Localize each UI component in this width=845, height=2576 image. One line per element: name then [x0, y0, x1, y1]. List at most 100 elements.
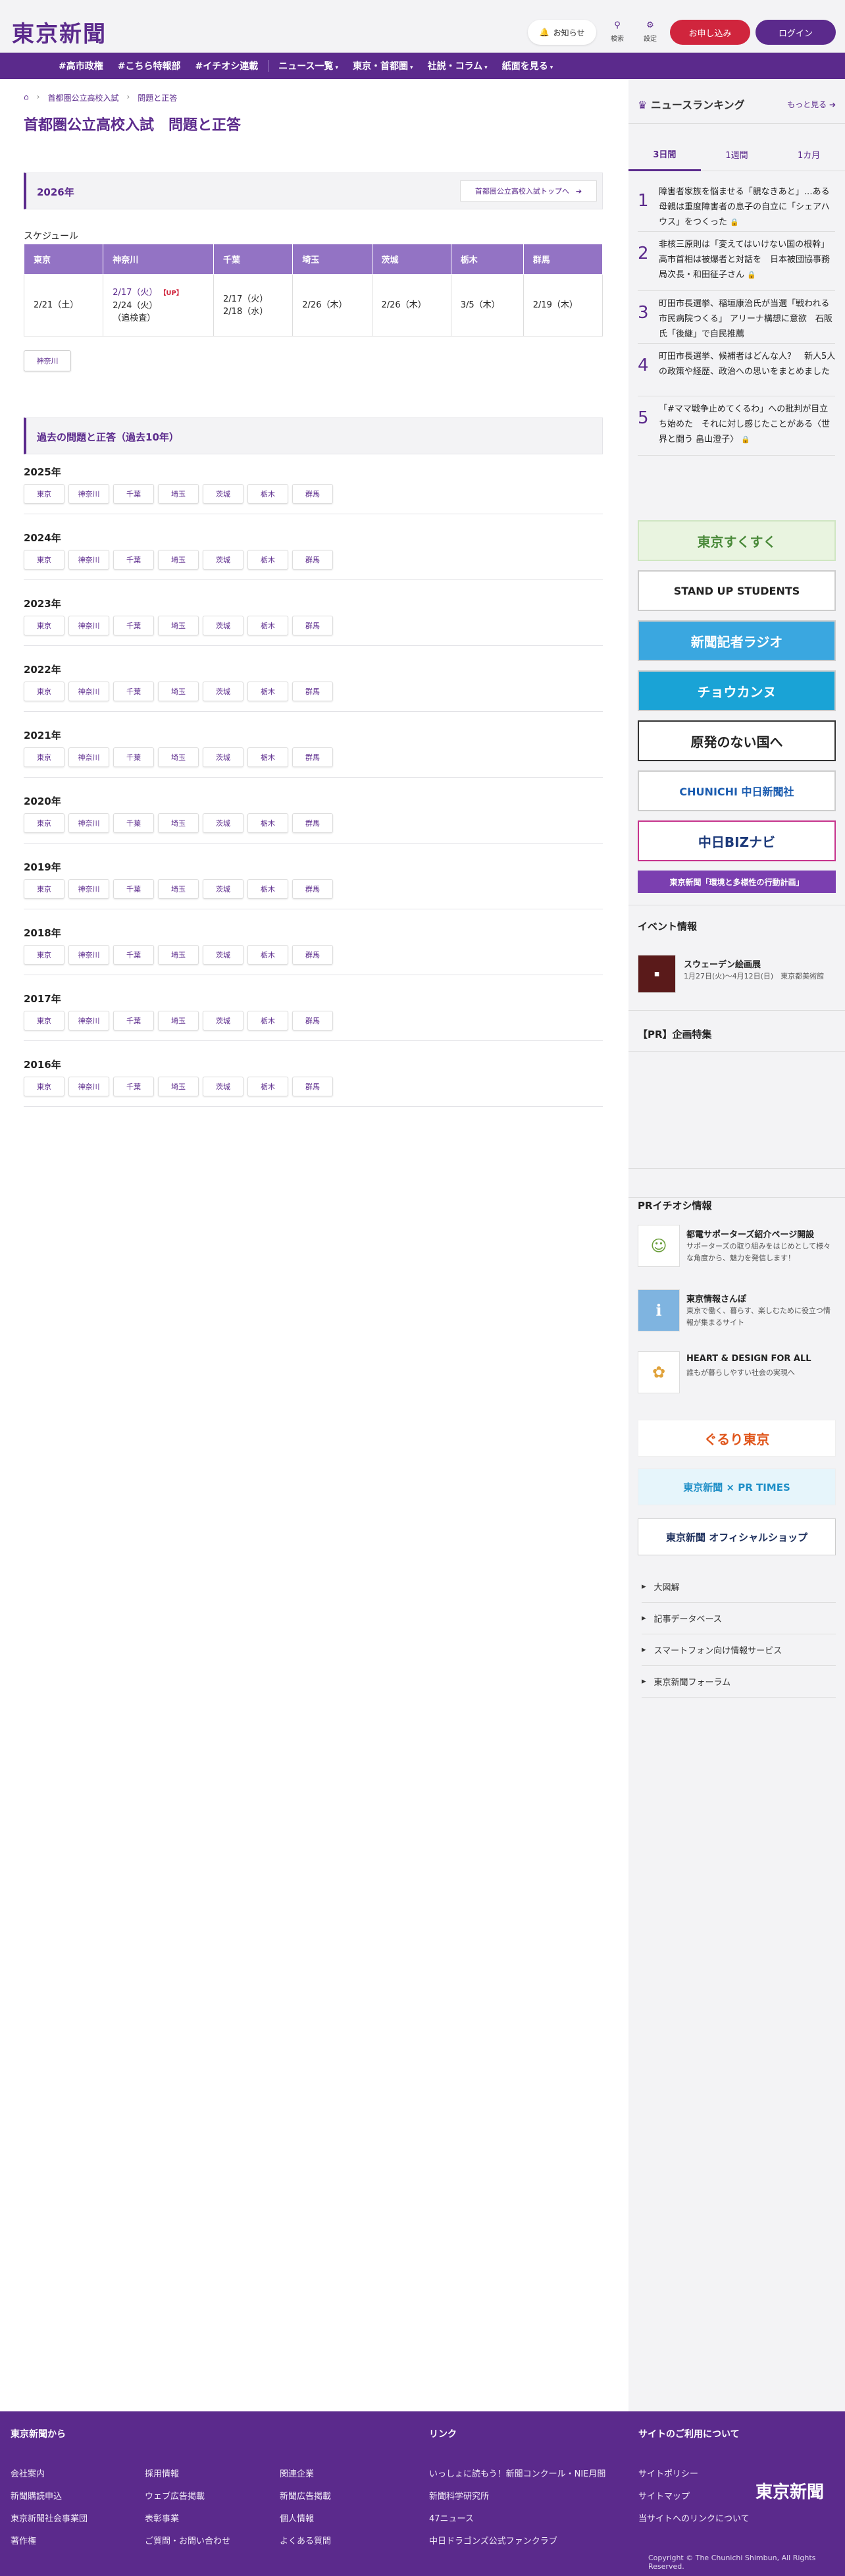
prefecture-link[interactable]: 栃木 [247, 813, 288, 833]
prefecture-link[interactable]: 栃木 [247, 1011, 288, 1031]
prefecture-link[interactable]: 東京 [24, 484, 64, 504]
footer-link[interactable]: よくある質問 [280, 2534, 331, 2546]
prefecture-link[interactable]: 埼玉 [158, 682, 199, 701]
banner-sukusuku[interactable]: 東京すくすく [638, 520, 836, 561]
ranking-item[interactable]: 3 町田市長選挙、稲垣康治氏が当選「戦われる市民病院つくる」 アリーナ構想に意欲 … [638, 296, 835, 344]
prefecture-link[interactable]: 埼玉 [158, 945, 199, 965]
nav-item-news[interactable]: ニュース一覧 ▾ [271, 59, 346, 72]
prefecture-link[interactable]: 神奈川 [68, 1077, 109, 1096]
prefecture-link[interactable]: 栃木 [247, 550, 288, 570]
footer-link[interactable]: 新聞科学研究所 [429, 2489, 489, 2502]
prefecture-link[interactable]: 東京 [24, 747, 64, 767]
prefecture-link[interactable]: 群馬 [292, 1077, 333, 1096]
exam-date-link[interactable]: 2/17（火） [113, 288, 157, 298]
prefecture-link[interactable]: 茨城 [203, 1077, 243, 1096]
banner-pr-times[interactable]: 東京新聞 × PR TIMES [638, 1468, 836, 1505]
tab-1month[interactable]: 1カ月 [773, 138, 845, 171]
prefecture-link[interactable]: 栃木 [247, 945, 288, 965]
prefecture-link[interactable]: 埼玉 [158, 747, 199, 767]
subscribe-button[interactable]: お申し込み [670, 20, 750, 45]
prefecture-link[interactable]: 茨城 [203, 747, 243, 767]
prefecture-link[interactable]: 栃木 [247, 879, 288, 899]
footer-link[interactable]: サイトマップ [638, 2489, 690, 2502]
footer-link[interactable]: 著作権 [11, 2534, 36, 2546]
prefecture-link[interactable]: 神奈川 [68, 813, 109, 833]
prefecture-link[interactable]: 茨城 [203, 550, 243, 570]
prefecture-link[interactable]: 東京 [24, 682, 64, 701]
prefecture-link[interactable]: 栃木 [247, 484, 288, 504]
prefecture-link[interactable]: 千葉 [113, 879, 154, 899]
banner-biz-navi[interactable]: 中日BIZナビ [638, 820, 836, 861]
nav-item[interactable]: #高市政権 [51, 59, 111, 72]
prefecture-link[interactable]: 埼玉 [158, 484, 199, 504]
prefecture-link[interactable]: 東京 [24, 1077, 64, 1096]
footer-link[interactable]: 新聞購読申込 [11, 2489, 62, 2502]
sidebar-link-database[interactable]: ▸ 記事データベース [642, 1603, 836, 1634]
footer-link[interactable]: 関連企業 [280, 2467, 314, 2479]
footer-link[interactable]: 表彰事業 [145, 2511, 179, 2524]
banner-gururi-tokyo[interactable]: ぐるり東京 [638, 1420, 836, 1457]
prefecture-link[interactable]: 群馬 [292, 813, 333, 833]
sidebar-link-dai-zukai[interactable]: ▸ 大図解 [642, 1571, 836, 1603]
prefecture-link[interactable]: 神奈川 [68, 1011, 109, 1031]
event-item[interactable]: ◼ スウェーデン絵画展 1月27日(火)〜4月12日(日) 東京都美術館 [638, 955, 842, 1001]
banner-no-nuclear[interactable]: 原発のない国へ [638, 720, 836, 761]
ranking-item[interactable]: 4 町田市長選挙、候補者はどんな人？ 新人5人の政策や経歴、政治への思いをまとめま… [638, 349, 835, 396]
ranking-item[interactable]: 5 「#ママ戦争止めてくるわ」への批判が目立ち始めた それに対し感じたことがある〈… [638, 402, 835, 456]
prefecture-link[interactable]: 神奈川 [68, 616, 109, 635]
footer-link[interactable]: 新聞広告掲載 [280, 2489, 331, 2502]
prefecture-link[interactable]: 埼玉 [158, 1011, 199, 1031]
prefecture-link[interactable]: 東京 [24, 550, 64, 570]
prefecture-link[interactable]: 神奈川 [68, 747, 109, 767]
pr-item[interactable]: ✿ HEART & DESIGN FOR ALL 誰もが暮らしやすい社会の実現へ [638, 1351, 842, 1397]
prefecture-link[interactable]: 栃木 [247, 1077, 288, 1096]
site-logo[interactable]: 東京新聞 [12, 16, 107, 48]
prefecture-link[interactable]: 茨城 [203, 813, 243, 833]
nav-item-editorial[interactable]: 社説・コラム ▾ [421, 59, 495, 72]
banner-environment[interactable]: 東京新聞「環境と多様性の行動計画」 [638, 871, 836, 893]
prefecture-link[interactable]: 埼玉 [158, 813, 199, 833]
prefecture-link[interactable]: 神奈川 [68, 945, 109, 965]
ranking-item[interactable]: 2 非核三原則は「変えてはいけない国の根幹」 高市首相は被爆者と対話を 日本被団協… [638, 237, 835, 291]
prefecture-link[interactable]: 神奈川 [68, 550, 109, 570]
prefecture-link[interactable]: 神奈川 [68, 484, 109, 504]
pr-item[interactable]: ☺ 都電サポーターズ紹介ページ開設 サポーターズの取り組みをはじめとして様々な角… [638, 1225, 842, 1271]
prefecture-link[interactable]: 茨城 [203, 879, 243, 899]
banner-chokanne[interactable]: チョウカンヌ [638, 670, 836, 711]
settings-button[interactable]: ⚙ 設定 [637, 20, 663, 43]
banner-chunichi[interactable]: CHUNICHI 中日新聞社 [638, 770, 836, 811]
nav-item-paper[interactable]: 紙面を見る ▾ [495, 59, 561, 72]
sidebar-link-forum[interactable]: ▸ 東京新聞フォーラム [642, 1666, 836, 1698]
prefecture-link[interactable]: 群馬 [292, 879, 333, 899]
banner-stand-up-students[interactable]: STAND UP STUDENTS [638, 570, 836, 611]
search-button[interactable]: ⚲ 検索 [604, 20, 630, 43]
prefecture-link[interactable]: 埼玉 [158, 616, 199, 635]
exam-top-link[interactable]: 首都圏公立高校入試トップへ ➔ [460, 180, 597, 201]
banner-radio[interactable]: 新聞記者ラジオ [638, 620, 836, 661]
footer-link[interactable]: 個人情報 [280, 2511, 314, 2524]
prefecture-link[interactable]: 栃木 [247, 747, 288, 767]
prefecture-link[interactable]: 千葉 [113, 747, 154, 767]
footer-link[interactable]: 採用情報 [145, 2467, 179, 2479]
prefecture-link[interactable]: 茨城 [203, 616, 243, 635]
prefecture-link[interactable]: 群馬 [292, 550, 333, 570]
nav-item-tokyo[interactable]: 東京・首都圏 ▾ [346, 59, 421, 72]
footer-link[interactable]: ウェブ広告掲載 [145, 2489, 205, 2502]
prefecture-link[interactable]: 栃木 [247, 616, 288, 635]
footer-link[interactable]: いっしょに読もう！新聞コンクール・NIE月間 [429, 2467, 605, 2479]
prefecture-link[interactable]: 埼玉 [158, 550, 199, 570]
prefecture-link[interactable]: 東京 [24, 813, 64, 833]
prefecture-link[interactable]: 群馬 [292, 484, 333, 504]
prefecture-link[interactable]: 茨城 [203, 945, 243, 965]
prefecture-link[interactable]: 東京 [24, 879, 64, 899]
ranking-item[interactable]: 1 障害者家族を悩ませる「親なきあと」…ある母親は重度障害者の息子の自立に「シェア… [638, 184, 835, 232]
kanagawa-button[interactable]: 神奈川 [24, 350, 71, 371]
prefecture-link[interactable]: 群馬 [292, 1011, 333, 1031]
prefecture-link[interactable]: 茨城 [203, 682, 243, 701]
prefecture-link[interactable]: 千葉 [113, 1077, 154, 1096]
footer-link[interactable]: 中日ドラゴンズ公式ファンクラブ [429, 2534, 557, 2546]
login-button[interactable]: ログイン [755, 20, 836, 45]
tab-3days[interactable]: 3日間 [628, 138, 701, 171]
prefecture-link[interactable]: 神奈川 [68, 682, 109, 701]
prefecture-link[interactable]: 東京 [24, 945, 64, 965]
